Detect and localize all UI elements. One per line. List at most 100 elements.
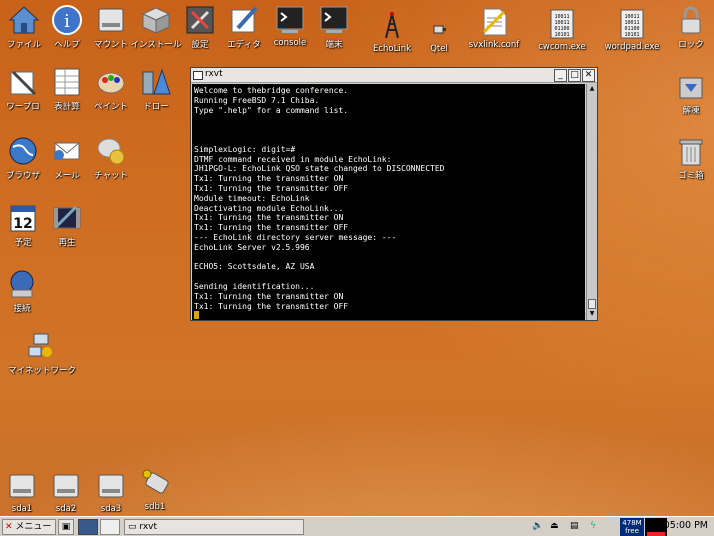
media-player-icon xyxy=(53,205,81,229)
desktop-icon-lock[interactable]: ロック xyxy=(659,4,714,50)
desktop-icon-draw[interactable]: ドロー xyxy=(124,66,188,112)
terminal-line: Module timeout: EchoLink xyxy=(194,193,310,203)
terminal-line: Tx1: Turning the transmitter ON xyxy=(194,174,344,184)
drive-icon xyxy=(98,8,124,32)
rxvt-window[interactable]: rxvt _ □ ✕ Welcome to thebridge conferen… xyxy=(190,67,598,321)
desktop-icon-label: チャット xyxy=(94,171,128,181)
desktop-icon-my-network[interactable]: マイネットワーク xyxy=(8,330,77,376)
terminal-prompt-line xyxy=(194,311,585,320)
desktop-icon-label: sdb1 xyxy=(144,502,166,512)
terminal-line: JH1PGO-L: EchoLink QSO state changed to … xyxy=(194,164,445,174)
terminal-line: Deactivating module EchoLink... xyxy=(194,203,344,213)
terminal-output[interactable]: Welcome to thebridge conference. Running … xyxy=(192,84,585,320)
terminal-line: Running FreeBSD 7.1 Chiba. xyxy=(194,95,320,105)
chat-icon xyxy=(97,138,125,165)
binary-file-icon: 10011100110110010101 xyxy=(550,9,574,39)
network-icon xyxy=(28,333,52,357)
terminal-icon xyxy=(320,6,348,33)
terminal-line: Tx1: Turning the transmitter OFF xyxy=(194,301,349,311)
qtel-icon xyxy=(433,25,446,34)
desktop-icon-trash[interactable]: ゴミ箱 xyxy=(659,135,714,181)
desktop-icon-terminal[interactable]: 端末 xyxy=(302,4,366,50)
taskbar-task-rxvt[interactable]: ▭ rxvt xyxy=(124,519,304,535)
power-tray-icon[interactable]: ϟ xyxy=(590,519,602,535)
binary-file-icon: 10011100110110010101 xyxy=(620,9,644,39)
desktop-icon-sdb1[interactable]: sdb1 xyxy=(123,468,187,512)
task-label: rxvt xyxy=(139,522,158,532)
terminal-line: ECHO5: Scottsdale, AZ USA xyxy=(194,262,315,272)
volume-icon[interactable]: 🔈 xyxy=(532,519,546,535)
trash-icon xyxy=(679,139,703,166)
calendar-day-number: 12 xyxy=(13,216,32,232)
start-menu-icon: ✕ xyxy=(5,522,13,532)
scroll-up-arrow-icon[interactable]: ▲ xyxy=(588,85,596,93)
desktop-icon-media-player[interactable]: 再生 xyxy=(35,202,99,248)
usb-drive-icon xyxy=(142,469,169,494)
task-window-icon: ▭ xyxy=(128,522,137,532)
terminal-line: EchoLink Server v2.5.996 xyxy=(194,242,310,252)
desktop-icon-svxlink-conf[interactable]: svxlink.conf xyxy=(462,6,526,50)
window-title: rxvt xyxy=(205,69,223,79)
scrollbar[interactable]: ▲ ▼ xyxy=(586,84,597,320)
start-menu-button[interactable]: ✕ メニュー xyxy=(2,519,56,535)
minimize-button[interactable]: _ xyxy=(554,69,567,82)
terminal-line: DTMF command received in module EchoLink… xyxy=(194,154,392,164)
desktop-icon-label: 端末 xyxy=(325,40,343,50)
terminal-cursor xyxy=(194,311,199,320)
desktop-icon-extract[interactable]: 解凍 xyxy=(659,70,714,116)
desktop-icon-label: wordpad.exe xyxy=(604,42,660,52)
terminal-line: Welcome to thebridge conference. xyxy=(194,86,349,95)
show-desktop-button[interactable]: ▣ xyxy=(58,519,74,535)
desktop-icon-label: svxlink.conf xyxy=(468,40,520,50)
drive-icon xyxy=(53,474,79,498)
taskbar-clock[interactable]: 05:00 PM xyxy=(664,520,708,531)
memory-monitor: 478M free xyxy=(620,518,644,536)
extract-icon xyxy=(679,77,703,99)
desktop-icon-label: 再生 xyxy=(58,238,76,248)
window-titlebar[interactable]: rxvt _ □ ✕ xyxy=(191,68,597,83)
terminal-line: Tx1: Turning the transmitter ON xyxy=(194,213,344,223)
scrollbar-thumb[interactable] xyxy=(588,299,596,309)
desktop-icon-label: cwcom.exe xyxy=(538,42,586,52)
memory-value: 478M xyxy=(622,519,642,527)
terminal-line: SimplexLogic: digit=# xyxy=(194,144,296,154)
config-file-icon xyxy=(482,8,507,36)
workspace-1-button[interactable] xyxy=(78,519,98,535)
terminal-line: --- EchoLink directory server message: -… xyxy=(194,232,397,242)
workspace-2-button[interactable] xyxy=(100,519,120,535)
desktop-icon-cwcom[interactable]: 10011 10011 01100 10101 cwcom.exe xyxy=(530,8,594,52)
lock-icon xyxy=(681,6,701,34)
start-menu-label: メニュー xyxy=(15,522,52,532)
network-tray-icon[interactable]: ▤ xyxy=(570,519,586,535)
connect-icon xyxy=(10,270,34,298)
desktop-icon-wordpad[interactable]: 10011 10011 01100 10101 wordpad.exe xyxy=(600,8,664,52)
terminal-line: Type ".help" for a command list. xyxy=(194,105,349,115)
paint-icon xyxy=(97,72,125,94)
svg-text:10101: 10101 xyxy=(554,32,569,38)
taskbar: ✕ メニュー ▣ ▭ rxvt 🔈 ⏏ ▤ ϟ 478M free 05:00 … xyxy=(0,516,714,536)
desktop-icon-label: ロック xyxy=(678,40,704,50)
desktop-icon-label: ゴミ箱 xyxy=(678,171,704,181)
usb-tray-icon[interactable]: ⏏ xyxy=(550,519,564,535)
desktop-icon-label: ドロー xyxy=(143,102,169,112)
close-button[interactable]: ✕ xyxy=(582,69,595,82)
echolink-icon xyxy=(385,12,399,39)
desktop-icon-chat[interactable]: チャット xyxy=(79,135,143,181)
show-desktop-icon: ▣ xyxy=(61,522,71,532)
window-app-icon xyxy=(193,71,203,80)
terminal-line: Tx1: Turning the transmitter OFF xyxy=(194,223,349,233)
draw-icon xyxy=(142,68,171,95)
maximize-button[interactable]: □ xyxy=(568,69,581,82)
desktop-icon-connect[interactable]: 接続 xyxy=(0,268,54,314)
scroll-down-arrow-icon[interactable]: ▼ xyxy=(588,310,596,318)
svg-text:10101: 10101 xyxy=(624,32,639,38)
terminal-line: Tx1: Turning the transmitter OFF xyxy=(194,183,349,193)
desktop-icon-label: 接続 xyxy=(13,304,31,314)
desktop-icon-label: 解凍 xyxy=(682,106,700,116)
desktop-icon-label: マイネットワーク xyxy=(8,366,77,376)
editor-icon xyxy=(231,6,258,33)
